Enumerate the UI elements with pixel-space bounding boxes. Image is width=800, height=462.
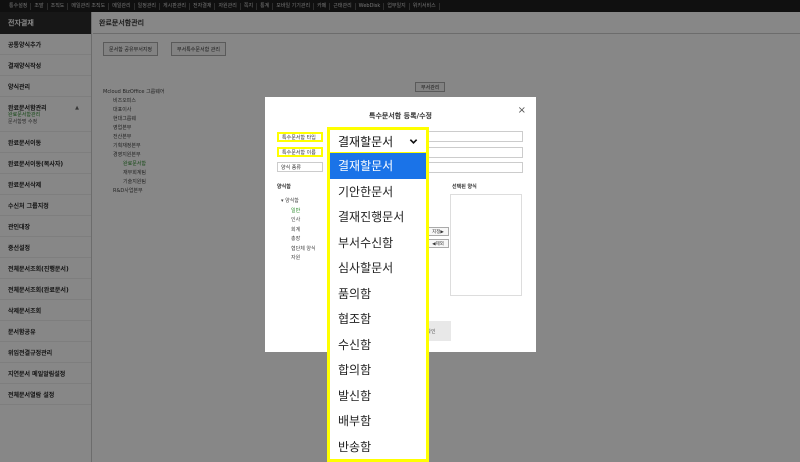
label-form-sort: 양식 종류 — [277, 162, 323, 172]
chevron-down-icon — [409, 139, 418, 144]
box-type-dropdown[interactable]: 결재할문서 — [327, 127, 429, 155]
dropdown-option[interactable]: 결재할문서 — [330, 153, 426, 179]
form-tree-item[interactable]: 협단체 양식 — [281, 245, 316, 255]
form-tree-item[interactable]: 일반 — [281, 207, 316, 217]
dropdown-option[interactable]: 배부함 — [330, 408, 426, 434]
form-tree: ▾ 양식함 일반 인사 회계 총장 협단체 양식 자원 — [281, 197, 316, 264]
dropdown-options: 결재할문서 기안한문서 결재진행문서 부서수신함 심사할문서 품의함 협조함 수… — [327, 153, 429, 462]
modal-title: 특수문서함 등록/수정 — [369, 112, 432, 120]
dropdown-option[interactable]: 품의함 — [330, 281, 426, 307]
move-right-button[interactable]: 지정▶ — [427, 227, 449, 236]
close-icon[interactable]: × — [518, 105, 526, 116]
move-left-button[interactable]: ◀제외 — [427, 239, 449, 248]
dropdown-option[interactable]: 반송함 — [330, 434, 426, 460]
dropdown-option[interactable]: 수신함 — [330, 332, 426, 358]
dropdown-option[interactable]: 부서수신함 — [330, 230, 426, 256]
dropdown-option[interactable]: 기안한문서 — [330, 179, 426, 205]
selected-form-list[interactable] — [450, 194, 522, 296]
label-box-type: 특수문서함 타입 — [277, 132, 323, 142]
dropdown-option[interactable]: 결재진행문서 — [330, 204, 426, 230]
dropdown-option[interactable]: 협조함 — [330, 306, 426, 332]
dropdown-option[interactable]: 합의함 — [330, 357, 426, 383]
dropdown-selected-value: 결재할문서 — [338, 134, 394, 149]
dropdown-option[interactable]: 심사할문서 — [330, 255, 426, 281]
dropdown-option[interactable]: 발신함 — [330, 383, 426, 409]
form-tree-item[interactable]: 인사 — [281, 216, 316, 226]
selected-form-section-title: 선택된 양식 — [452, 184, 477, 190]
form-tree-item[interactable]: 총장 — [281, 235, 316, 245]
form-tree-item[interactable]: 회계 — [281, 226, 316, 236]
form-box-section-title: 양식함 — [277, 184, 291, 190]
form-tree-item[interactable]: 자원 — [281, 254, 316, 264]
form-tree-root[interactable]: ▾ 양식함 — [281, 197, 316, 207]
label-box-name: 특수문서함 이름 — [277, 147, 323, 157]
